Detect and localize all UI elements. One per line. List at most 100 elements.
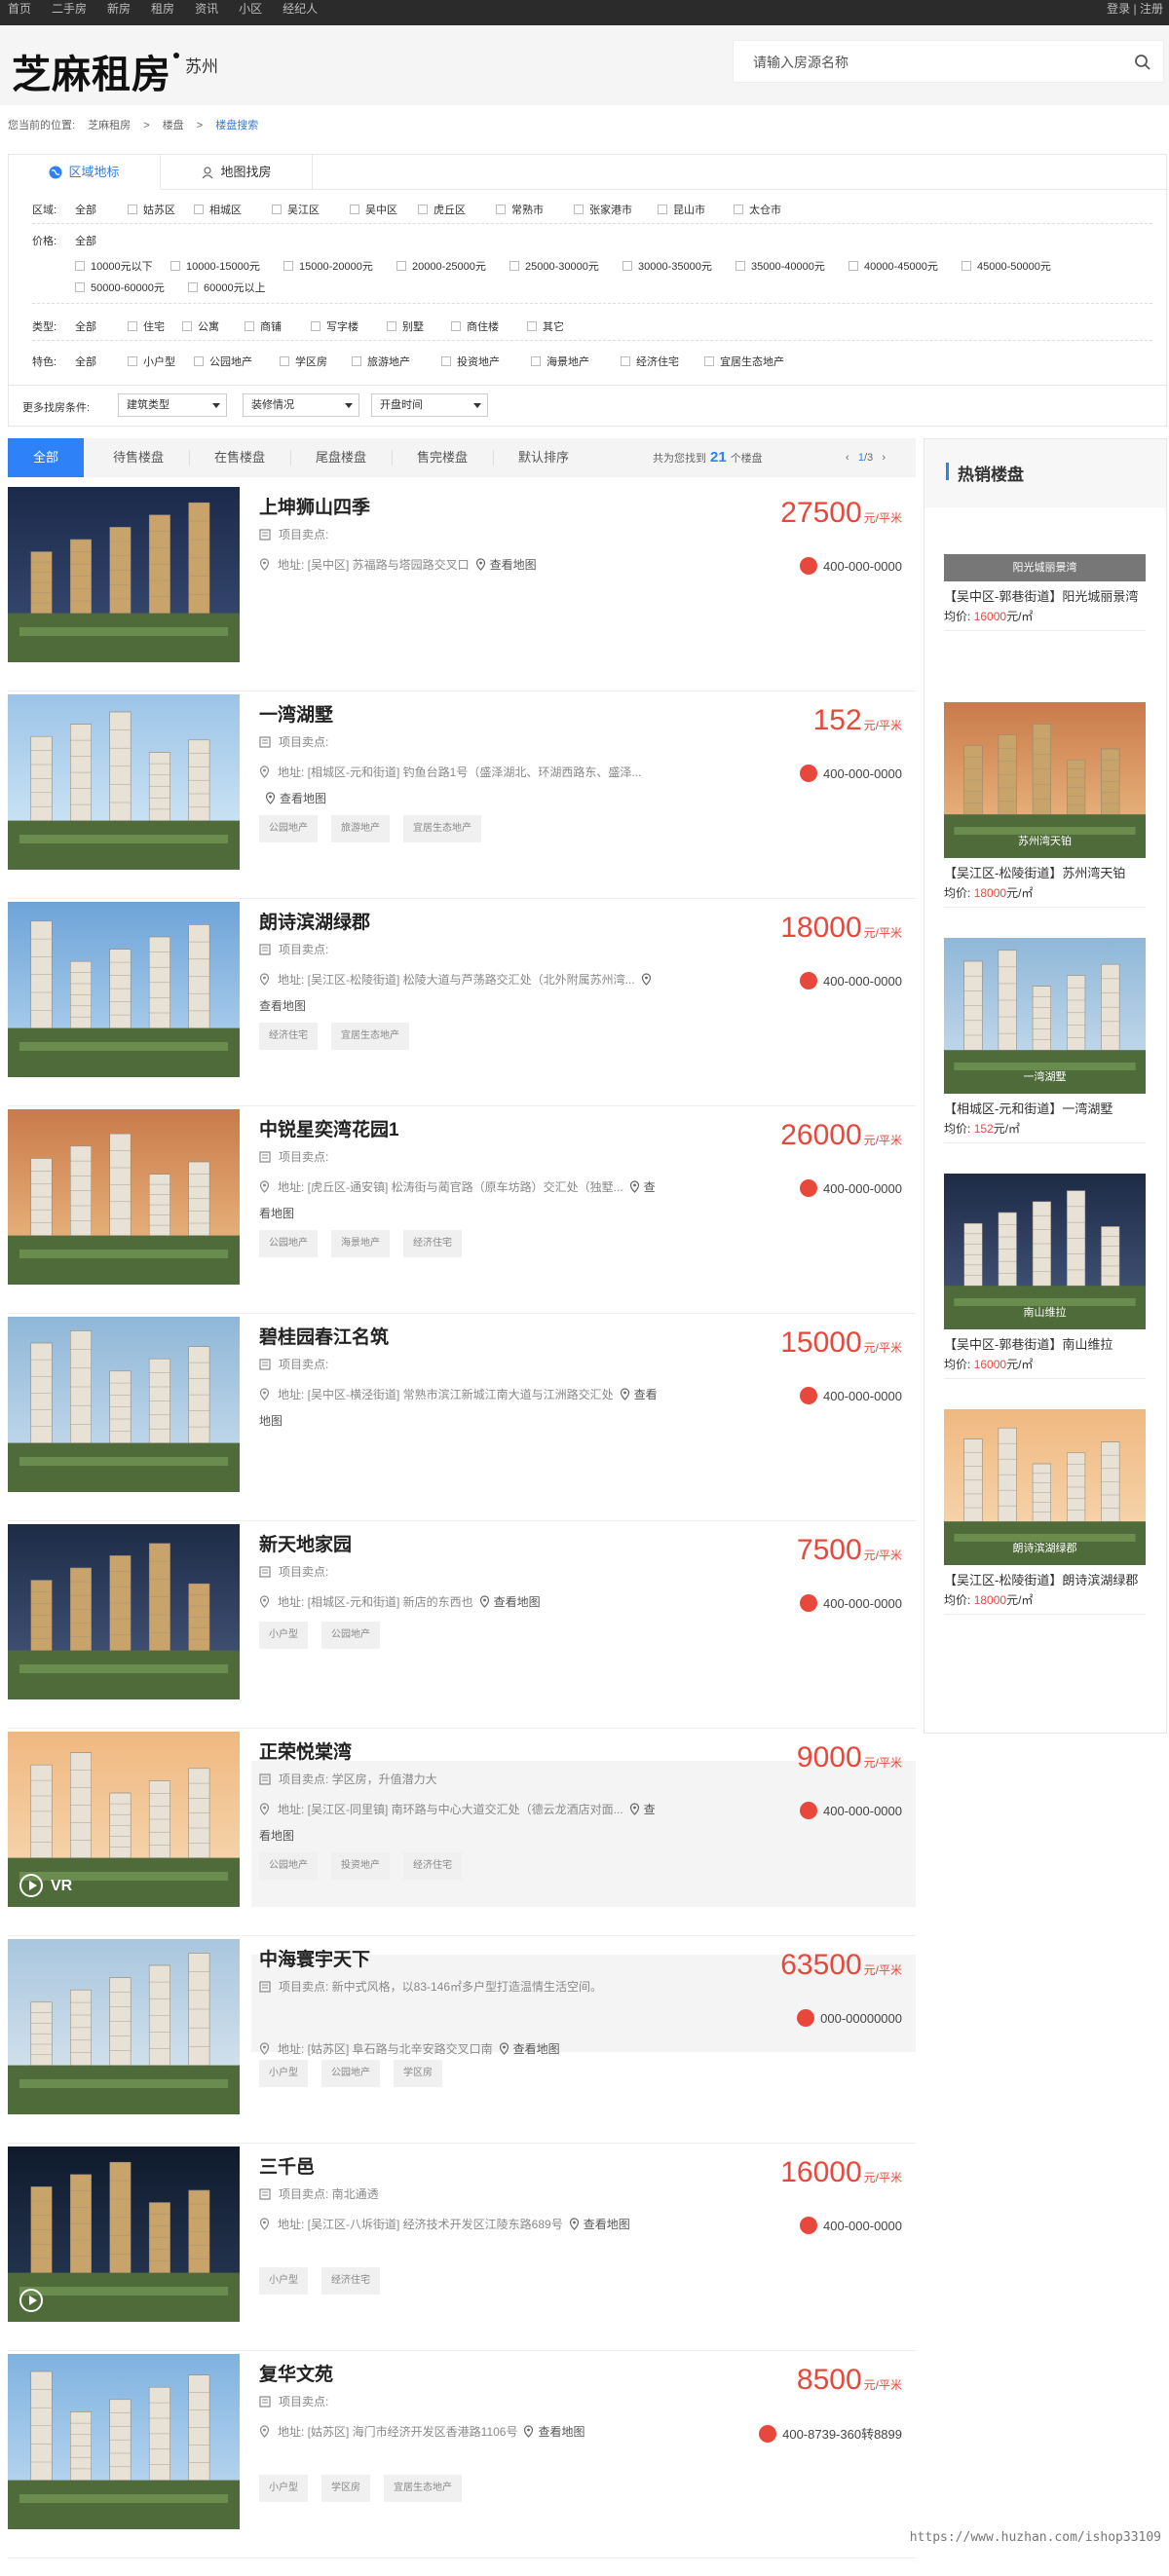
city-selector[interactable]: 苏州: [185, 53, 218, 77]
view-map-link[interactable]: 查看地图: [494, 1595, 541, 1609]
type-option[interactable]: 写字楼: [311, 318, 358, 334]
checkbox[interactable]: [658, 205, 667, 214]
top-nav-home[interactable]: 首页: [8, 0, 31, 25]
listing-item[interactable]: 中海寰宇天下 项目卖点: 新中式风格，以83-146㎡多户型打造温情生活空间。 地址…: [8, 1939, 916, 2144]
checkbox[interactable]: [75, 261, 85, 271]
feature-tag[interactable]: 公园地产: [259, 815, 318, 842]
listing-title[interactable]: 复华文苑: [259, 2360, 333, 2386]
listing-thumbnail[interactable]: [8, 2147, 240, 2322]
listing-phone[interactable]: 400-000-0000: [800, 972, 902, 989]
checkbox[interactable]: [194, 356, 204, 366]
area-option[interactable]: 全部: [75, 202, 96, 217]
register-link[interactable]: 注册: [1140, 2, 1163, 16]
feature-tag[interactable]: 经济住宅: [321, 2267, 380, 2295]
listing-item[interactable]: 新天地家园 项目卖点: 地址: [相城区-元和街道] 新店的东西也 查看地图 小户型 公园…: [8, 1524, 916, 1729]
type-option[interactable]: 其它: [527, 318, 564, 334]
top-nav-rent[interactable]: 租房: [151, 0, 174, 25]
feature-tag[interactable]: 海景地产: [331, 1230, 390, 1257]
listing-thumbnail[interactable]: [8, 1524, 240, 1699]
area-option[interactable]: 吴中区: [350, 202, 397, 217]
checkbox[interactable]: [527, 321, 537, 331]
listing-item[interactable]: 碧桂园春江名筑 项目卖点: 地址: [吴中区-横泾街道] 常熟市滨江新城江南大道与江…: [8, 1317, 916, 1521]
listing-thumbnail[interactable]: [8, 2354, 240, 2529]
feature-tag[interactable]: 投资地产: [331, 1852, 390, 1880]
feature-option[interactable]: 经济住宅: [621, 354, 679, 369]
checkbox[interactable]: [441, 356, 451, 366]
price-option[interactable]: 10000元以下: [75, 258, 153, 274]
breadcrumb-home[interactable]: 芝麻租房: [88, 120, 131, 131]
view-map-link[interactable]: 查看地图: [280, 792, 326, 805]
listing-item[interactable]: 中锐星奕湾花园1 项目卖点: 地址: [虎丘区-通安镇] 松涛街与蔺官路（原车坊路）…: [8, 1109, 916, 1314]
sort-default[interactable]: 默认排序: [495, 438, 592, 477]
listing-title[interactable]: 中锐星奕湾花园1: [259, 1115, 399, 1141]
hot-name[interactable]: 【相城区-元和街道】一湾湖墅: [944, 1100, 1146, 1119]
checkbox[interactable]: [451, 321, 461, 331]
checkbox[interactable]: [496, 205, 506, 214]
area-option[interactable]: 虎丘区: [418, 202, 466, 217]
price-option[interactable]: 全部: [75, 233, 96, 248]
checkbox[interactable]: [128, 356, 137, 366]
checkbox[interactable]: [848, 261, 858, 271]
feature-tag[interactable]: 宜居生态地产: [403, 815, 481, 842]
feature-option[interactable]: 小户型: [128, 354, 175, 369]
checkbox[interactable]: [188, 282, 198, 292]
feature-tag[interactable]: 经济住宅: [403, 1852, 462, 1880]
feature-tag[interactable]: 小户型: [259, 2060, 308, 2087]
listing-phone[interactable]: 400-000-0000: [800, 1802, 902, 1819]
hot-item[interactable]: 苏州湾天铂 【吴江区-松陵街道】苏州湾天铂 均价: 18000元/㎡: [944, 702, 1146, 908]
feature-option[interactable]: 全部: [75, 354, 96, 369]
price-option[interactable]: 45000-50000元: [962, 258, 1051, 274]
listing-phone[interactable]: 400-000-0000: [800, 1387, 902, 1404]
listing-phone[interactable]: 400-000-0000: [800, 765, 902, 782]
opening-time-select[interactable]: 开盘时间: [371, 393, 488, 417]
tab-all[interactable]: 全部: [8, 438, 84, 477]
listing-thumbnail[interactable]: [8, 1939, 240, 2114]
play-icon[interactable]: [19, 2289, 43, 2312]
feature-tag[interactable]: 学区房: [321, 2475, 370, 2502]
prev-page-icon[interactable]: ‹: [846, 452, 849, 464]
type-option[interactable]: 全部: [75, 318, 96, 334]
checkbox[interactable]: [621, 356, 630, 366]
listing-thumbnail[interactable]: [8, 1109, 240, 1285]
listing-title[interactable]: 三千邑: [259, 2152, 315, 2179]
feature-tag[interactable]: 宜居生态地产: [384, 2475, 462, 2502]
checkbox[interactable]: [245, 321, 254, 331]
area-option[interactable]: 常熟市: [496, 202, 544, 217]
view-map-link[interactable]: 查看地图: [584, 2218, 630, 2231]
hot-photo[interactable]: 苏州湾天铂: [944, 702, 1146, 858]
area-option[interactable]: 张家港市: [574, 202, 632, 217]
listing-phone[interactable]: 400-000-0000: [800, 1594, 902, 1612]
listing-title[interactable]: 正荣悦棠湾: [259, 1737, 352, 1764]
view-map-link[interactable]: 查看地图: [259, 999, 306, 1013]
checkbox[interactable]: [622, 261, 632, 271]
feature-tag[interactable]: 公园地产: [259, 1230, 318, 1257]
price-option[interactable]: 15000-20000元: [283, 258, 373, 274]
hot-item[interactable]: 朗诗滨湖绿郡 【吴江区-松陵街道】朗诗滨湖绿郡 均价: 18000元/㎡: [944, 1409, 1146, 1615]
listing-phone[interactable]: 400-000-0000: [800, 557, 902, 575]
feature-tag[interactable]: 旅游地产: [331, 815, 390, 842]
vr-badge[interactable]: VR: [51, 1878, 72, 1895]
top-nav-second-hand[interactable]: 二手房: [52, 0, 87, 25]
feature-tag[interactable]: 公园地产: [321, 2060, 380, 2087]
site-logo[interactable]: 芝麻租房: [12, 43, 171, 99]
type-option[interactable]: 商住楼: [451, 318, 499, 334]
tab-pending[interactable]: 待售楼盘: [90, 438, 187, 477]
checkbox[interactable]: [352, 356, 361, 366]
listing-title[interactable]: 碧桂园春江名筑: [259, 1323, 389, 1349]
price-option[interactable]: 35000-40000元: [735, 258, 825, 274]
tab-map-search[interactable]: 地图找房: [161, 155, 313, 190]
tab-sold-out[interactable]: 售完楼盘: [394, 438, 491, 477]
feature-tag[interactable]: 公园地产: [321, 1622, 380, 1649]
tab-area-landmark[interactable]: 区域地标: [9, 155, 161, 190]
price-option[interactable]: 30000-35000元: [622, 258, 712, 274]
listing-item[interactable]: 三千邑 项目卖点: 南北通透 地址: [吴江区-八坼街道] 经济技术开发区江陵东路6…: [8, 2147, 916, 2351]
type-option[interactable]: 住宅: [128, 318, 165, 334]
play-icon[interactable]: [19, 1874, 43, 1897]
top-nav-new-house[interactable]: 新房: [107, 0, 131, 25]
type-option[interactable]: 商铺: [245, 318, 282, 334]
decoration-select[interactable]: 装修情况: [243, 393, 359, 417]
checkbox[interactable]: [170, 261, 180, 271]
search-icon[interactable]: [1134, 54, 1151, 71]
building-type-select[interactable]: 建筑类型: [118, 393, 227, 417]
area-option[interactable]: 吴江区: [272, 202, 320, 217]
